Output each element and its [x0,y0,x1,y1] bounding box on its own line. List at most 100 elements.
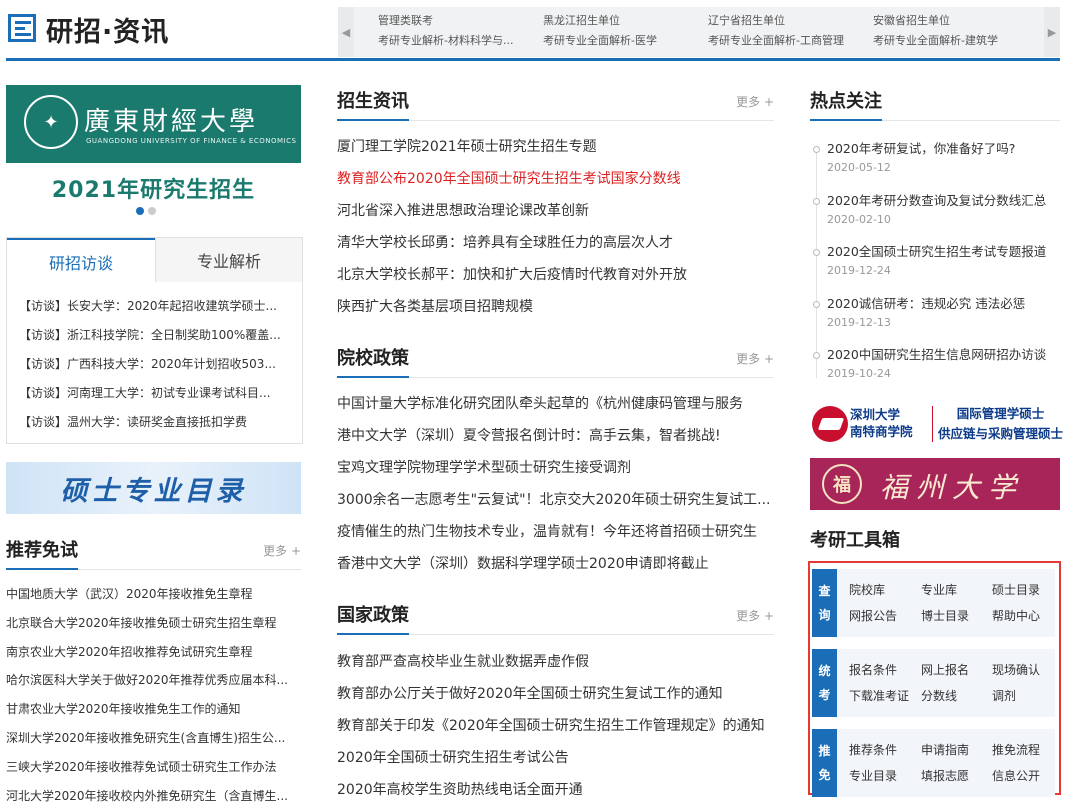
ad-szu-nantes[interactable]: 深圳大学 南特商学院 国际管理学硕士 供应链与采购管理硕士 [810,400,1063,448]
carousel-dot[interactable] [148,207,156,215]
hot-item[interactable]: 2020中国研究生招生信息网研招办访谈 2019-10-24 [810,344,1062,396]
news-item[interactable]: 教育部办公厅关于做好2020年全国硕士研究生复试工作的通知 [337,678,772,710]
timeline-dot-icon [813,249,820,256]
tool-link[interactable]: 分数线 [921,687,957,704]
section-title: 国家政策 [337,605,409,626]
more-link[interactable]: 更多 + [736,350,774,367]
master-catalog-banner[interactable]: 硕士专业目录 [6,462,301,514]
section-divider [337,376,774,378]
list-item[interactable]: 深圳大学2020年接收推免研究生(含直博生)招生公... [6,724,301,753]
tool-link[interactable]: 信息公开 [992,767,1040,784]
tool-link[interactable]: 推荐条件 [849,741,897,758]
hot-item[interactable]: 2020年考研分数查询及复试分数线汇总 2020-02-10 [810,190,1062,242]
list-item[interactable]: 【访谈】广西科技大学：2020年计划招收503... [19,350,299,379]
ad-fuzhou-university[interactable]: 福 福州大学 [810,458,1060,510]
news-item[interactable]: 2020年高校学生资助热线电话全面开通 [337,774,772,806]
news-item[interactable]: 香港中文大学（深圳）数据科学理学硕士2020申请即将截止 [337,548,772,580]
recommend-list: 中国地质大学（武汉）2020年接收推免生章程 北京联合大学2020年接收推免硕士… [6,580,301,808]
news-item[interactable]: 宝鸡文理学院物理学学术型硕士研究生接受调剂 [337,452,772,484]
news-item[interactable]: 清华大学校长邱勇：培养具有全球胜任力的高层次人才 [337,227,772,259]
interview-panel: 研招访谈 专业解析 【访谈】长安大学：2020年起招收建筑学硕士... 【访谈】… [6,237,303,444]
national-policy-list: 教育部严查高校毕业生就业数据弄虚作假 教育部办公厅关于做好2020年全国硕士研究… [337,646,772,806]
tool-link[interactable]: 专业库 [921,581,957,598]
tool-link[interactable]: 硕士目录 [992,581,1040,598]
ticker-item[interactable]: 辽宁省招生单位 考研专业全面解析-工商管理 [708,11,868,51]
tool-link[interactable]: 申请指南 [921,741,969,758]
more-link[interactable]: 更多 + [263,542,301,559]
hot-item-title[interactable]: 2020年考研复试，你准备好了吗? [827,138,1062,160]
ticker-item[interactable]: 安徽省招生单位 考研专业全面解析-建筑学 [873,11,1033,51]
hot-item[interactable]: 2020诚信研考：违规必究 违法必惩 2019-12-13 [810,293,1062,345]
tool-link[interactable]: 报名条件 [849,661,897,678]
school-emblem-icon [812,406,848,442]
more-link[interactable]: 更多 + [736,607,774,624]
list-item[interactable]: 中国地质大学（武汉）2020年接收推免生章程 [6,580,301,609]
section-header-hot: 热点关注 [810,87,1060,121]
tool-tag: 查询 [812,569,837,637]
tool-link[interactable]: 推免流程 [992,741,1040,758]
news-item[interactable]: 厦门理工学院2021年硕士研究生招生专题 [337,131,772,163]
hot-item[interactable]: 2020全国硕士研究生招生考试专题报道 2019-12-24 [810,241,1062,293]
list-item[interactable]: 哈尔滨医科大学关于做好2020年推荐优秀应届本科... [6,666,301,695]
news-item[interactable]: 教育部严查高校毕业生就业数据弄虚作假 [337,646,772,678]
news-item[interactable]: 北京大学校长郝平：加快和扩大后疫情时代教育对外开放 [337,259,772,291]
tool-block-query: 查询 院校库 专业库 硕士目录 网报公告 博士目录 帮助中心 [812,569,1055,637]
university-banner[interactable]: ✦ 廣東財經大學 GUANGDONG UNIVERSITY OF FINANCE… [6,85,301,163]
ad-school-name: 深圳大学 南特商学院 [850,407,913,439]
section-header-national-policy: 国家政策 更多 + [337,601,774,635]
tool-link[interactable]: 博士目录 [921,607,969,624]
tool-link[interactable]: 填报志愿 [921,767,969,784]
fuzhou-emblem-icon: 福 [822,464,862,504]
ad-school-name: 福州大学 [880,471,1025,504]
hot-item-title[interactable]: 2020中国研究生招生信息网研招办访谈 [827,344,1062,366]
news-item[interactable]: 中国计量大学标准化研究团队牵头起草的《杭州健康码管理与服务 [337,388,772,420]
list-item[interactable]: 【访谈】河南理工大学：初试专业课考试科目... [19,379,299,408]
list-item[interactable]: 南京农业大学2020年招收推荐免试研究生章程 [6,638,301,667]
news-item[interactable]: 疫情催生的热门生物技术专业，温肯就有！今年还将首招硕士研究生 [337,516,772,548]
hot-item-title[interactable]: 2020年考研分数查询及复试分数线汇总 [827,190,1062,212]
list-item[interactable]: 三峡大学2020年接收推荐免试硕士研究生工作办法 [6,753,301,782]
ticker-item[interactable]: 黑龙江招生单位 考研专业全面解析-医学 [543,11,703,51]
hot-item-date: 2020-02-10 [827,212,891,226]
ad-divider [932,406,933,442]
more-link[interactable]: 更多 + [736,93,774,110]
hot-item-title[interactable]: 2020诚信研考：违规必究 违法必惩 [827,293,1062,315]
list-item[interactable]: 甘肃农业大学2020年接收推免生工作的通知 [6,695,301,724]
hot-item-title[interactable]: 2020全国硕士研究生招生考试专题报道 [827,241,1062,263]
university-name: 廣東財經大學 [84,107,259,137]
school-policy-list: 中国计量大学标准化研究团队牵头起草的《杭州健康码管理与服务 港中文大学（深圳）夏… [337,388,772,580]
chevron-left-icon[interactable]: ◀ [338,7,354,57]
tool-link[interactable]: 现场确认 [992,661,1040,678]
tool-link[interactable]: 院校库 [849,581,885,598]
list-item[interactable]: 河北大学2020年接收校内外推免研究生（含直博生... [6,782,301,808]
tab-interview[interactable]: 研招访谈 [7,238,155,283]
tool-link[interactable]: 帮助中心 [992,607,1040,624]
tool-link[interactable]: 网报公告 [849,607,897,624]
ticker-item[interactable]: 管理类联考 考研专业解析-材料科学与... [378,11,538,51]
list-item[interactable]: 【访谈】浙江科技学院：全日制奖助100%覆盖... [19,321,299,350]
section-header-tools: 考研工具箱 [810,526,1060,556]
tool-link[interactable]: 下载准考证 [849,687,909,704]
news-item[interactable]: 2020年全国硕士研究生招生考试公告 [337,742,772,774]
hot-item-date: 2019-12-24 [827,264,891,277]
tool-link[interactable]: 专业目录 [849,767,897,784]
news-item[interactable]: 陕西扩大各类基层项目招聘规模 [337,291,772,323]
tool-block-exam: 统考 报名条件 网上报名 现场确认 下载准考证 分数线 调剂 [812,649,1055,717]
news-item[interactable]: 河北省深入推进思想政治理论课改革创新 [337,195,772,227]
section-title: 院校政策 [337,348,409,369]
news-item[interactable]: 3000余名一志愿考生"云复试"！北京交大2020年硕士研究生复试工... [337,484,772,516]
list-item[interactable]: 北京联合大学2020年接收推免硕士研究生招生章程 [6,609,301,638]
news-item[interactable]: 教育部关于印发《2020年全国硕士研究生招生工作管理规定》的通知 [337,710,772,742]
news-item-highlighted[interactable]: 教育部公布2020年全国硕士研究生招生考试国家分数线 [337,163,772,195]
tool-link[interactable]: 网上报名 [921,661,969,678]
list-item[interactable]: 【访谈】温州大学：读研奖金直接抵扣学费 [19,408,299,437]
carousel-dots [136,200,160,219]
hot-item[interactable]: 2020年考研复试，你准备好了吗? 2020-05-12 [810,138,1062,190]
interview-list: 【访谈】长安大学：2020年起招收建筑学硕士... 【访谈】浙江科技学院：全日制… [19,292,299,437]
list-item[interactable]: 【访谈】长安大学：2020年起招收建筑学硕士... [19,292,299,321]
news-item[interactable]: 港中文大学（深圳）夏令营报名倒计时：高手云集，智者挑战! [337,420,772,452]
tab-major-analysis[interactable]: 专业解析 [155,238,302,282]
carousel-dot-active[interactable] [136,207,144,215]
tool-link[interactable]: 调剂 [992,687,1016,704]
chevron-right-icon[interactable]: ▶ [1044,7,1060,57]
